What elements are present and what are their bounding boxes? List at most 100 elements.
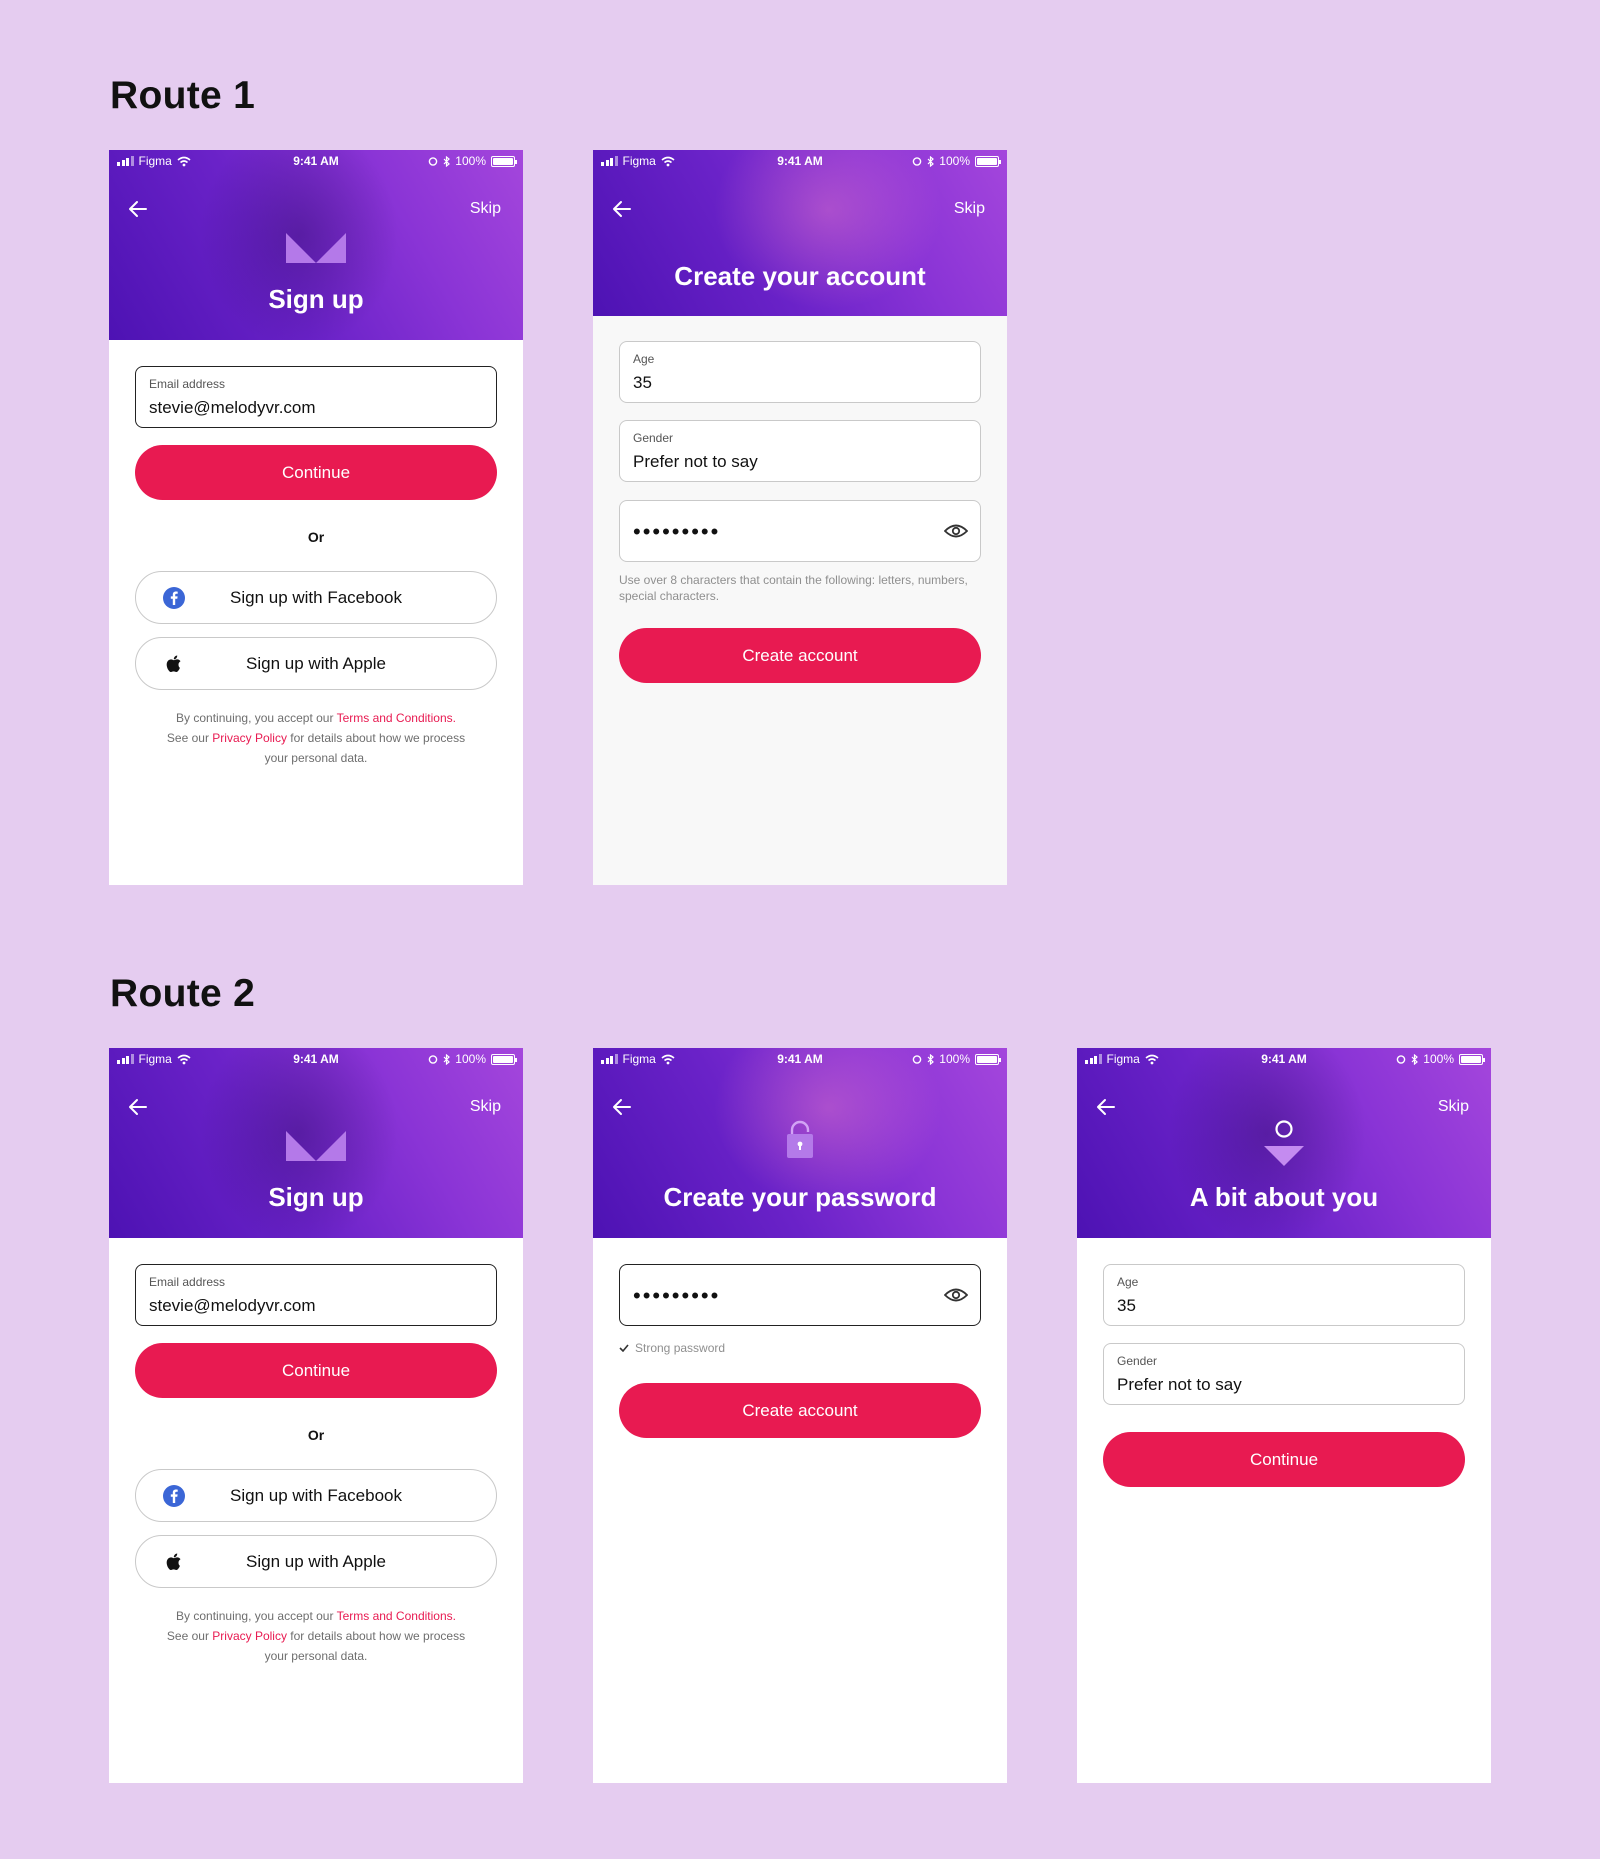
bluetooth-icon — [927, 155, 935, 167]
facebook-signup-label: Sign up with Facebook — [230, 588, 402, 607]
privacy-policy-link[interactable]: Privacy Policy — [212, 731, 287, 745]
create-account-button[interactable]: Create account — [619, 628, 981, 683]
signup-hero: Figma 9:41 AM 100% Skip Sign up — [109, 1048, 523, 1238]
privacy-policy-link[interactable]: Privacy Policy — [212, 1629, 287, 1643]
email-value: stevie@melodyvr.com — [149, 398, 316, 417]
apple-signup-button[interactable]: Sign up with Apple — [135, 637, 497, 690]
about-you-screen: Figma 9:41 AM 100% Skip A bit about you … — [1077, 1048, 1491, 1783]
age-value: 35 — [633, 373, 652, 392]
alarm-icon — [912, 1055, 922, 1064]
page-title: Create your account — [674, 261, 926, 291]
email-field[interactable]: Email address stevie@melodyvr.com — [135, 1264, 497, 1326]
create-account-screen: Figma 9:41 AM 100% Skip Create your acco… — [593, 150, 1007, 885]
or-divider: Or — [307, 529, 325, 545]
age-field[interactable]: Age 35 — [1103, 1264, 1465, 1326]
facebook-signup-button[interactable]: Sign up with Facebook — [135, 1469, 497, 1522]
battery-icon — [491, 1053, 517, 1065]
create-password-hero: Figma 9:41 AM 100% Create your password — [593, 1048, 1007, 1238]
back-arrow-icon[interactable] — [127, 1096, 149, 1118]
status-bar: Figma 9:41 AM 100% — [109, 150, 523, 172]
age-value: 35 — [1117, 1296, 1136, 1315]
age-label: Age — [1117, 1275, 1139, 1289]
password-hint: Use over 8 characters that contain the f… — [619, 573, 968, 603]
legal-line-1: By continuing, you accept our — [176, 711, 337, 725]
age-label: Age — [633, 352, 655, 366]
legal-line-2-suffix: for details about how we process — [286, 731, 466, 745]
check-icon — [619, 1344, 629, 1352]
apple-icon — [166, 655, 181, 673]
skip-button[interactable]: Skip — [954, 200, 985, 218]
password-value: ••••••••• — [633, 1283, 721, 1308]
skip-button[interactable]: Skip — [470, 200, 501, 218]
continue-button[interactable]: Continue — [1103, 1432, 1465, 1487]
skip-button[interactable]: Skip — [470, 1098, 501, 1116]
page-title: Sign up — [268, 284, 364, 314]
battery-icon — [1459, 1053, 1485, 1065]
age-field[interactable]: Age 35 — [619, 341, 981, 403]
legal-line-2-prefix: See our — [166, 731, 213, 745]
bluetooth-icon — [1411, 1053, 1419, 1065]
legal-line-1: By continuing, you accept our — [176, 1609, 337, 1623]
battery-percent: 100% — [455, 154, 486, 168]
route-2-title: Route 2 — [110, 972, 256, 1015]
battery-percent: 100% — [455, 1052, 486, 1066]
signup-hero: Figma 9:41 AM 100% Skip Sign up — [109, 150, 523, 340]
email-value: stevie@melodyvr.com — [149, 1296, 316, 1315]
apple-signup-button[interactable]: Sign up with Apple — [135, 1535, 497, 1588]
password-strength: Strong password — [619, 1341, 725, 1355]
back-arrow-icon[interactable] — [1095, 1096, 1117, 1118]
battery-icon — [491, 155, 517, 167]
about-you-hero: Figma 9:41 AM 100% Skip A bit about you — [1077, 1048, 1491, 1238]
battery-percent: 100% — [939, 154, 970, 168]
continue-button[interactable]: Continue — [135, 445, 497, 500]
back-arrow-icon[interactable] — [127, 198, 149, 220]
facebook-signup-button[interactable]: Sign up with Facebook — [135, 571, 497, 624]
bluetooth-icon — [443, 155, 451, 167]
alarm-icon — [1396, 1055, 1406, 1064]
eye-icon[interactable] — [944, 1285, 968, 1305]
legal-line-2-suffix: for details about how we process — [286, 1629, 466, 1643]
back-arrow-icon[interactable] — [611, 198, 633, 220]
status-bar: Figma 9:41 AM 100% — [593, 150, 1007, 172]
email-label: Email address — [149, 1275, 226, 1289]
gender-label: Gender — [633, 431, 674, 445]
alarm-icon — [428, 1055, 438, 1064]
eye-icon[interactable] — [944, 521, 968, 541]
gender-value: Prefer not to say — [633, 452, 758, 471]
create-password-screen: Figma 9:41 AM 100% Create your password … — [593, 1048, 1007, 1783]
lock-icon — [787, 1120, 813, 1158]
continue-button[interactable]: Continue — [135, 1343, 497, 1398]
page-title: A bit about you — [1189, 1182, 1379, 1212]
create-account-button[interactable]: Create account — [619, 1383, 981, 1438]
gender-label: Gender — [1117, 1354, 1158, 1368]
bluetooth-icon — [927, 1053, 935, 1065]
password-field[interactable]: ••••••••• — [619, 1264, 981, 1326]
or-divider: Or — [307, 1427, 325, 1443]
facebook-icon — [163, 587, 185, 609]
password-field[interactable]: ••••••••• — [619, 500, 981, 562]
legal-text: By continuing, you accept our Terms and … — [139, 708, 493, 768]
alarm-icon — [428, 157, 438, 166]
password-strength-text: Strong password — [635, 1341, 726, 1355]
melody-logo-icon — [286, 1131, 346, 1161]
gender-field[interactable]: Gender Prefer not to say — [619, 420, 981, 482]
legal-line-2-prefix: See our — [166, 1629, 213, 1643]
apple-icon — [166, 1553, 181, 1571]
back-arrow-icon[interactable] — [611, 1096, 633, 1118]
email-label: Email address — [149, 377, 226, 391]
facebook-icon — [163, 1485, 185, 1507]
terms-link[interactable]: Terms and Conditions. — [337, 1609, 456, 1623]
battery-percent: 100% — [1423, 1052, 1454, 1066]
facebook-signup-label: Sign up with Facebook — [230, 1486, 402, 1505]
skip-button[interactable]: Skip — [1438, 1098, 1469, 1116]
melody-logo-icon — [286, 233, 346, 263]
route-1-title: Route 1 — [110, 74, 256, 117]
create-account-hero: Figma 9:41 AM 100% Skip Create your acco… — [593, 150, 1007, 316]
status-bar: Figma 9:41 AM 100% — [593, 1048, 1007, 1070]
terms-link[interactable]: Terms and Conditions. — [337, 711, 456, 725]
gender-field[interactable]: Gender Prefer not to say — [1103, 1343, 1465, 1405]
signup-screen: Figma 9:41 AM 100% Skip Sign up Email ad… — [109, 150, 523, 885]
page-title: Create your password — [663, 1182, 937, 1212]
page-title: Sign up — [268, 1182, 364, 1212]
email-field[interactable]: Email address stevie@melodyvr.com — [135, 366, 497, 428]
